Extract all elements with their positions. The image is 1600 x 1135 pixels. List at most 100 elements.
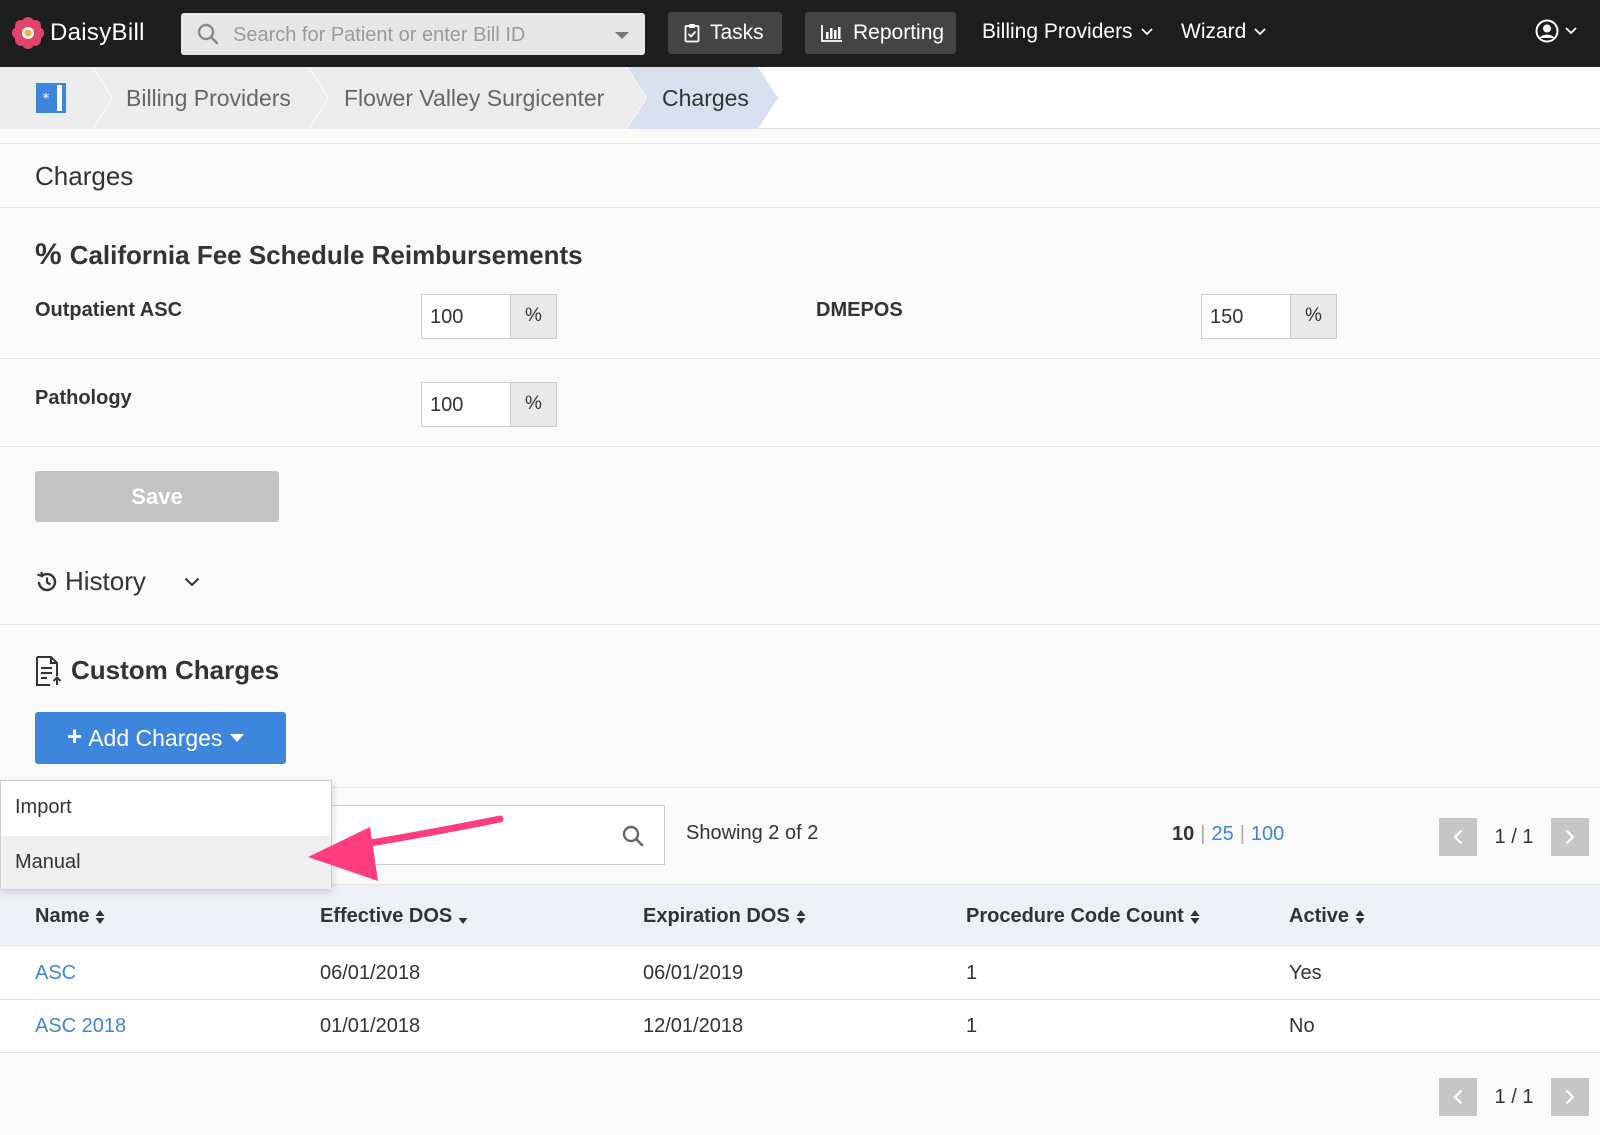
column-header-expiration-dos[interactable]: Expiration DOS: [643, 905, 806, 928]
pagination-bottom: 1 / 1: [1439, 1078, 1589, 1116]
breadcrumb-home[interactable]: *: [0, 67, 113, 129]
chevron-down-icon: [1565, 27, 1577, 35]
divider: [0, 143, 1600, 144]
breadcrumb-item-flower-valley[interactable]: Flower Valley Surgicenter: [308, 67, 647, 129]
percent-icon: %: [35, 238, 62, 271]
column-header-active[interactable]: Active: [1289, 905, 1365, 928]
custom-charges-title-text: Custom Charges: [71, 655, 280, 685]
svg-text:*: *: [43, 91, 50, 107]
divider: [0, 446, 1600, 447]
plus-icon: +: [67, 721, 83, 751]
charge-name-link[interactable]: ASC: [35, 962, 76, 985]
reporting-button[interactable]: Reporting: [805, 12, 956, 54]
save-button[interactable]: Save: [35, 471, 279, 522]
chevron-down-icon: [1140, 28, 1153, 36]
pathology-input[interactable]: 100: [421, 382, 511, 427]
add-charges-dropdown-menu: Import Manual: [0, 780, 332, 889]
caret-down-icon[interactable]: [615, 32, 629, 39]
table-row: ASC 2018 01/01/2018 12/01/2018 1 No: [0, 1000, 1600, 1053]
table-row: ASC 06/01/2018 06/01/2019 1 Yes: [0, 947, 1600, 1000]
column-header-procedure-code-count[interactable]: Procedure Code Count: [966, 905, 1200, 928]
search-icon: [622, 825, 644, 847]
percent-addon: %: [1291, 294, 1337, 339]
breadcrumb-item-billing-providers[interactable]: Billing Providers: [92, 67, 329, 129]
procedure-code-count-cell: 1: [966, 962, 978, 984]
pathology-label: Pathology: [35, 387, 132, 409]
user-circle-icon: [1535, 19, 1559, 43]
page-title: Charges: [35, 161, 134, 191]
menu-item-manual[interactable]: Manual: [1, 836, 331, 889]
expiration-dos-cell: 12/01/2018: [643, 1015, 744, 1037]
effective-dos-cell: 06/01/2018: [320, 962, 421, 984]
reporting-label: Reporting: [853, 21, 945, 44]
caret-down-icon: [230, 734, 245, 742]
effective-dos-cell: 01/01/2018: [320, 1015, 421, 1037]
add-charges-label: Add Charges: [88, 724, 223, 751]
history-label: History: [65, 566, 146, 596]
add-charges-button[interactable]: + Add Charges: [35, 712, 286, 764]
sort-icon: [95, 909, 105, 924]
chevron-right-icon: [1565, 829, 1575, 845]
page-size-option[interactable]: 25: [1211, 823, 1233, 846]
showing-count: Showing 2 of 2: [686, 822, 819, 844]
provider-card-icon: *: [36, 83, 66, 113]
sort-icon: [1355, 909, 1365, 924]
document-upload-icon: [36, 655, 62, 686]
chevron-down-icon: [1254, 28, 1266, 36]
search-placeholder: Search for Patient or enter Bill ID: [233, 24, 526, 46]
column-header-name[interactable]: Name: [35, 905, 105, 928]
divider: [0, 358, 1600, 359]
chevron-right-icon: [1565, 1089, 1575, 1105]
user-menu[interactable]: [1535, 19, 1577, 43]
expiration-dos-cell: 06/01/2019: [643, 962, 744, 984]
active-cell: No: [1289, 1015, 1315, 1037]
wizard-menu[interactable]: Wizard: [1181, 20, 1266, 44]
prev-page-button[interactable]: [1439, 1078, 1477, 1116]
top-navbar: DaisyBill Search for Patient or enter Bi…: [0, 0, 1600, 67]
patient-search-input[interactable]: Search for Patient or enter Bill ID: [181, 13, 645, 55]
sort-desc-icon: [458, 917, 468, 924]
charge-name-link[interactable]: ASC 2018: [35, 1015, 126, 1038]
sort-icon: [796, 909, 806, 924]
percent-addon: %: [511, 382, 557, 427]
column-header-effective-dos[interactable]: Effective DOS: [320, 905, 468, 928]
dmepos-label: DMEPOS: [816, 299, 903, 321]
billing-providers-menu[interactable]: Billing Providers: [982, 20, 1153, 44]
outpatient-asc-input[interactable]: 100: [421, 294, 511, 339]
dmepos-field: 150 %: [1201, 294, 1337, 339]
sort-icon: [1190, 909, 1200, 924]
pathology-field: 100 %: [421, 382, 557, 427]
page-size-option[interactable]: 10: [1172, 823, 1194, 846]
breadcrumb: Charges Flower Valley Surgicenter Billin…: [0, 67, 1600, 129]
percent-addon: %: [511, 294, 557, 339]
annotation-arrow-icon: [308, 815, 504, 881]
tasks-label: Tasks: [710, 21, 764, 44]
daisy-logo-icon: [12, 17, 44, 49]
dmepos-input[interactable]: 150: [1201, 294, 1291, 339]
outpatient-asc-field: 100 %: [421, 294, 557, 339]
prev-page-button[interactable]: [1439, 818, 1477, 856]
divider: [0, 207, 1600, 208]
logo[interactable]: DaisyBill: [12, 16, 145, 50]
bar-chart-icon: [821, 25, 842, 42]
next-page-button[interactable]: [1551, 818, 1589, 856]
procedure-code-count-cell: 1: [966, 1015, 978, 1037]
outpatient-asc-label: Outpatient ASC: [35, 299, 183, 321]
table-header: Name Effective DOS Expiration DOS Proced…: [0, 884, 1600, 946]
custom-charges-title: Custom Charges: [35, 655, 279, 686]
brand-name: DaisyBill: [50, 19, 145, 46]
page-info: 1 / 1: [1494, 825, 1534, 848]
menu-item-import[interactable]: Import: [1, 781, 331, 834]
history-icon: [37, 571, 57, 591]
tasks-button[interactable]: Tasks: [668, 12, 782, 54]
chevron-left-icon: [1453, 1089, 1463, 1105]
history-toggle[interactable]: History: [35, 566, 200, 597]
next-page-button[interactable]: [1551, 1078, 1589, 1116]
chevron-left-icon: [1453, 829, 1463, 845]
chevron-down-icon[interactable]: [184, 577, 200, 587]
page-size-selector: 10 | 25 | 100: [1172, 823, 1285, 846]
billing-providers-label: Billing Providers: [982, 20, 1133, 43]
fee-schedule-title-text: California Fee Schedule Reimbursements: [69, 239, 583, 270]
active-cell: Yes: [1289, 962, 1322, 984]
page-size-option[interactable]: 100: [1251, 823, 1284, 846]
